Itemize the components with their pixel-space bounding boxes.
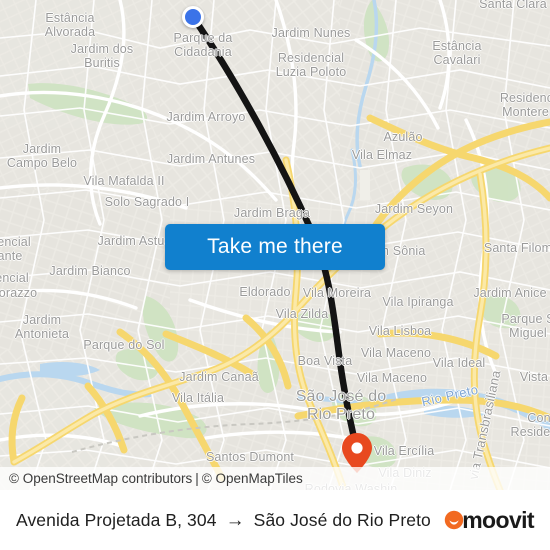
moovit-wordmark: moovit — [462, 506, 534, 533]
attribution-tiles[interactable]: © OpenMapTiles — [202, 471, 303, 486]
map-attribution: © OpenStreetMap contributors | © OpenMapTi… — [0, 467, 550, 490]
moovit-smile-icon — [444, 510, 464, 530]
trip-summary: Avenida Projetada B, 304 → São José do R… — [16, 510, 444, 531]
trip-footer-bar: Avenida Projetada B, 304 → São José do R… — [0, 490, 550, 550]
origin-dot-marker[interactable] — [182, 6, 204, 28]
take-me-there-button[interactable]: Take me there — [165, 224, 385, 270]
moovit-trip-map-screen: Estância Alvorada Jardim dos Buritis Jardi… — [0, 0, 550, 550]
trip-origin-label: Avenida Projetada B, 304 — [16, 509, 217, 530]
attribution-osm[interactable]: © OpenStreetMap contributors — [9, 471, 192, 486]
moovit-logo[interactable]: moovit — [444, 506, 535, 534]
map-canvas[interactable]: Estância Alvorada Jardim dos Buritis Jardi… — [0, 0, 550, 490]
attribution-separator: | — [195, 471, 199, 486]
arrow-right-icon: → — [225, 509, 245, 531]
trip-destination-label: São José do Rio Preto — [253, 509, 431, 530]
